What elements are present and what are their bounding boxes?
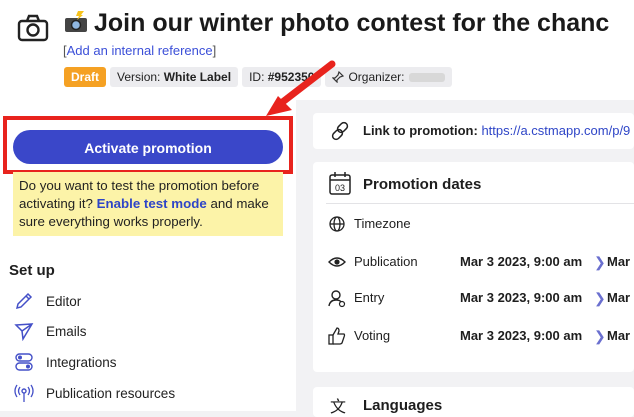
dates-heading: Promotion dates: [363, 176, 482, 193]
calendar-icon: 03: [329, 172, 351, 195]
page-title: Join our winter photo contest for the ch…: [64, 9, 609, 38]
test-mode-note: Do you want to test the promotion before…: [13, 172, 283, 236]
status-badge: Draft: [64, 67, 107, 87]
organizer-redacted: [408, 73, 445, 83]
setup-heading: Set up: [9, 262, 55, 279]
promotion-link-card: Link to promotion: https://a.cstmapp.com…: [313, 113, 634, 149]
add-internal-reference-link[interactable]: Add an internal reference: [67, 43, 213, 58]
camera-flash-emoji-icon: [65, 11, 87, 32]
calendar-day: 03: [335, 183, 345, 193]
sidebar-item-integrations[interactable]: Integrations: [14, 351, 117, 373]
languages-heading: Languages: [363, 397, 443, 414]
enable-test-mode-link[interactable]: Enable test mode: [97, 196, 207, 211]
user-icon: [328, 290, 346, 308]
date-row-entry[interactable]: Entry Mar 3 2023, 9:00 am ❯ Mar: [313, 286, 634, 310]
eye-icon: [328, 257, 346, 267]
divider: [326, 203, 634, 204]
internal-reference: [Add an internal reference]: [63, 43, 217, 58]
sidebar-item-editor[interactable]: Editor: [14, 290, 81, 312]
globe-icon: [329, 216, 345, 232]
date-row-timezone[interactable]: Timezone: [313, 212, 634, 236]
chevron-right-icon: ❯: [594, 254, 606, 270]
chevron-right-icon: ❯: [594, 328, 606, 344]
toggle-icon: [15, 353, 33, 371]
broadcast-icon: [14, 384, 34, 402]
version-badge: Version: White Label: [110, 67, 239, 87]
promotion-url-link[interactable]: https://a.cstmapp.com/p/9: [481, 123, 630, 138]
organizer-badge[interactable]: Organizer:: [325, 67, 452, 87]
send-icon: [14, 323, 34, 341]
thumbs-up-icon: [328, 327, 346, 345]
link-icon: [331, 121, 349, 141]
date-row-publication[interactable]: Publication Mar 3 2023, 9:00 am ❯ Mar: [313, 250, 634, 274]
languages-card: 文 Languages: [313, 387, 634, 417]
date-row-voting[interactable]: Voting Mar 3 2023, 9:00 am ❯ Mar: [313, 324, 634, 348]
promotion-dates-card: 03 Promotion dates Timezone Publication …: [313, 162, 634, 372]
chevron-right-icon: ❯: [594, 290, 606, 306]
translate-icon: 文: [330, 399, 347, 416]
activate-promotion-button[interactable]: Activate promotion: [13, 130, 283, 164]
sidebar-item-publication-resources[interactable]: Publication resources: [14, 382, 175, 404]
pencil-icon: [15, 292, 33, 310]
camera-icon: [17, 14, 49, 42]
sidebar-item-emails[interactable]: Emails: [14, 320, 87, 342]
